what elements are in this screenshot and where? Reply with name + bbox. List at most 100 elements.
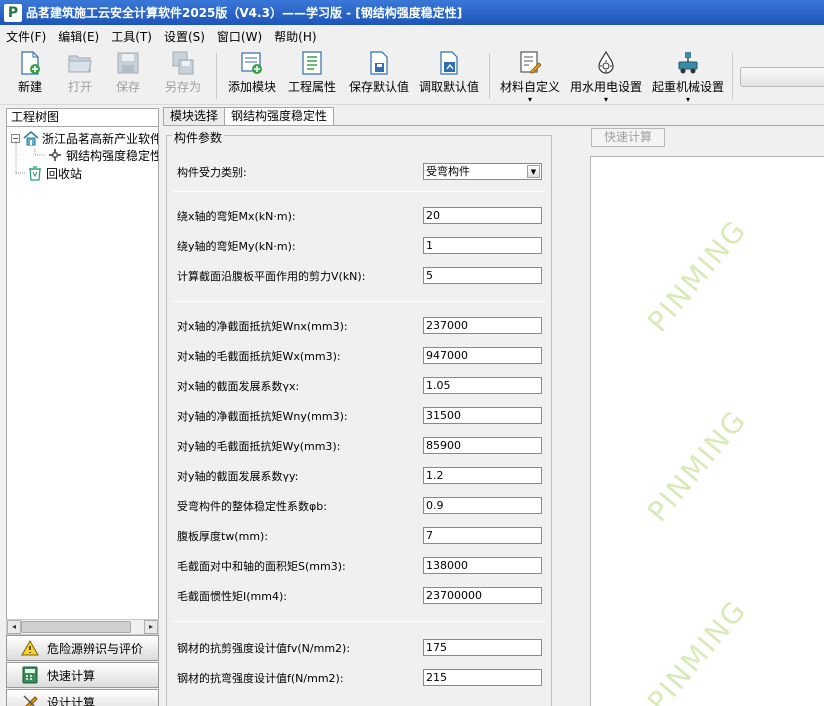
gamma-y-input[interactable]: 1.2 (423, 467, 542, 484)
app-logo-icon: P (4, 3, 22, 22)
open-label: 打开 (67, 80, 92, 94)
watermark-text: PINMING (641, 213, 754, 339)
warning-icon (21, 639, 39, 657)
project-tree: − 浙江品茗高新产业软件 钢结构强度稳定性 回收站 (6, 127, 159, 627)
tree-item-label: 浙江品茗高新产业软件 (42, 131, 159, 146)
force-type-select[interactable]: 受弯构件 ▼ (423, 163, 542, 180)
phi-b-input[interactable]: 0.9 (423, 497, 542, 514)
wy-input[interactable]: 85900 (423, 437, 542, 454)
water-power-label: 用水用电设置 (569, 80, 642, 94)
chevron-down-icon: ▾ (527, 95, 532, 104)
divider (173, 191, 546, 192)
menu-window[interactable]: 窗口(W) (217, 28, 262, 45)
save-button[interactable]: 保存 (110, 51, 146, 103)
shear-strength-fv-input[interactable]: 175 (423, 639, 542, 656)
wny-input[interactable]: 31500 (423, 407, 542, 424)
load-default-button[interactable]: 调取默认值 (416, 51, 482, 103)
chevron-down-icon[interactable]: ▼ (527, 165, 540, 178)
new-button[interactable]: 新建 (10, 51, 50, 103)
field-row: 钢材的抗剪强度设计值fv(N/mm2): 175 (177, 639, 547, 657)
moment-my-input[interactable]: 1 (423, 237, 542, 254)
add-module-label: 添加模块 (227, 80, 276, 94)
field-label: 计算截面沿腹板平面作用的剪力V(kN): (177, 270, 366, 283)
tree-lines (15, 141, 45, 175)
tab-module-select[interactable]: 模块选择 (163, 107, 226, 126)
scroll-thumb[interactable] (21, 621, 131, 633)
tab-steel-structure[interactable]: 钢结构强度稳定性 (224, 107, 335, 126)
scroll-left-icon[interactable]: ◂ (7, 620, 21, 634)
menu-edit[interactable]: 编辑(E) (58, 28, 99, 45)
toolbar-separator (489, 53, 490, 99)
component-params-group: 构件参数 构件受力类别: 受弯构件 ▼ 绕x轴的弯矩Mx(kN·m): 20 绕… (166, 129, 552, 706)
menu-file[interactable]: 文件(F) (6, 28, 46, 45)
tree-item-label: 钢结构强度稳定性 (66, 148, 159, 163)
watermark-text: PINMING (641, 593, 754, 706)
project-props-label: 工程属性 (287, 80, 336, 94)
menu-settings[interactable]: 设置(S) (164, 28, 205, 45)
moment-mx-input[interactable]: 20 (423, 207, 542, 224)
field-row: 对y轴的毛截面抵抗矩Wy(mm3): 85900 (177, 437, 547, 455)
project-props-button[interactable]: 工程属性 (285, 51, 339, 103)
new-file-icon (18, 51, 42, 75)
field-row: 钢材的抗弯强度设计值f(N/mm2): 215 (177, 669, 547, 687)
title-bar: P 品茗建筑施工云安全计算软件2025版（V4.3）——学习版 - [钢结构强度… (0, 0, 824, 25)
toolbar-separator (216, 53, 217, 99)
field-row: 对x轴的毛截面抵抗矩Wx(mm3): 947000 (177, 347, 547, 365)
nav-hazard-button[interactable]: 危险源辨识与评价 (6, 635, 159, 661)
web-thickness-input[interactable]: 7 (423, 527, 542, 544)
field-label: 毛截面对中和轴的面积矩S(mm3): (177, 560, 346, 573)
field-label: 钢材的抗剪强度设计值fv(N/mm2): (177, 642, 351, 655)
field-row: 腹板厚度tw(mm): 7 (177, 527, 547, 545)
save-as-icon (171, 51, 195, 75)
field-label: 钢材的抗弯强度设计值f(N/mm2): (177, 672, 344, 685)
load-default-label: 调取默认值 (418, 80, 479, 94)
shear-v-input[interactable]: 5 (423, 267, 542, 284)
nav-design-calc-button[interactable]: 设计计算 (6, 689, 159, 706)
main-area: 构件参数 构件受力类别: 受弯构件 ▼ 绕x轴的弯矩Mx(kN·m): 20 绕… (163, 125, 824, 706)
force-type-row: 构件受力类别: 受弯构件 ▼ (177, 163, 547, 181)
wnx-input[interactable]: 237000 (423, 317, 542, 334)
plus-cross-icon (47, 147, 63, 163)
wx-input[interactable]: 947000 (423, 347, 542, 364)
crane-settings-button[interactable]: 起重机械设置 ▾ (650, 51, 726, 104)
tree-item-module[interactable]: 钢结构强度稳定性 (47, 146, 159, 164)
document-tabs: 模块选择 钢结构强度稳定性 (163, 107, 335, 126)
field-row: 毛截面惯性矩I(mm4): 23700000 (177, 587, 547, 605)
material-custom-button[interactable]: 材料自定义 ▾ (498, 51, 562, 104)
water-power-button[interactable]: 用水用电设置 ▾ (568, 51, 644, 104)
inertia-i-input[interactable]: 23700000 (423, 587, 542, 604)
field-label: 对x轴的净截面抵抗矩Wnx(mm3): (177, 320, 348, 333)
scroll-right-icon[interactable]: ▸ (144, 620, 158, 634)
save-default-label: 保存默认值 (348, 80, 409, 94)
new-label: 新建 (17, 80, 42, 94)
field-row: 毛截面对中和轴的面积矩S(mm3): 138000 (177, 557, 547, 575)
quick-calc-button[interactable]: 快速计算 (591, 128, 665, 147)
save-default-button[interactable]: 保存默认值 (346, 51, 412, 103)
field-label: 对y轴的净截面抵抗矩Wny(mm3): (177, 410, 348, 423)
force-type-value: 受弯构件 (426, 165, 470, 178)
field-row: 对x轴的截面发展系数γx: 1.05 (177, 377, 547, 395)
field-label: 绕y轴的弯矩My(kN·m): (177, 240, 296, 253)
crane-settings-label: 起重机械设置 (651, 80, 724, 94)
menu-tools[interactable]: 工具(T) (111, 28, 152, 45)
gamma-x-input[interactable]: 1.05 (423, 377, 542, 394)
horizontal-scrollbar[interactable]: ◂ ▸ (6, 619, 159, 635)
toolbar: 新建 打开 保存 另存为 添加模块 工程属性 保存默认值 调取默认值 材料自定义… (0, 47, 824, 105)
divider (173, 301, 546, 302)
area-moment-s-input[interactable]: 138000 (423, 557, 542, 574)
properties-list-icon (300, 51, 324, 75)
menu-help[interactable]: 帮助(H) (274, 28, 316, 45)
save-as-button[interactable]: 另存为 (160, 51, 206, 103)
material-edit-icon (518, 51, 542, 75)
material-custom-label: 材料自定义 (499, 80, 560, 94)
open-button[interactable]: 打开 (62, 51, 98, 103)
crane-icon (676, 51, 700, 75)
project-tree-header: 工程树图 (6, 108, 159, 127)
save-default-icon (367, 51, 391, 75)
left-panel: 工程树图 − 浙江品茗高新产业软件 钢结构强度稳定性 回收站 ◂ ▸ 危险源辨识… (6, 108, 159, 706)
nav-quick-calc-button[interactable]: 快速计算 (6, 662, 159, 688)
add-module-button[interactable]: 添加模块 (224, 51, 280, 103)
bending-strength-f-input[interactable]: 215 (423, 669, 542, 686)
toolbar-progress-bar (740, 67, 824, 87)
result-panel: PINMING PINMING PINMING (590, 156, 824, 706)
